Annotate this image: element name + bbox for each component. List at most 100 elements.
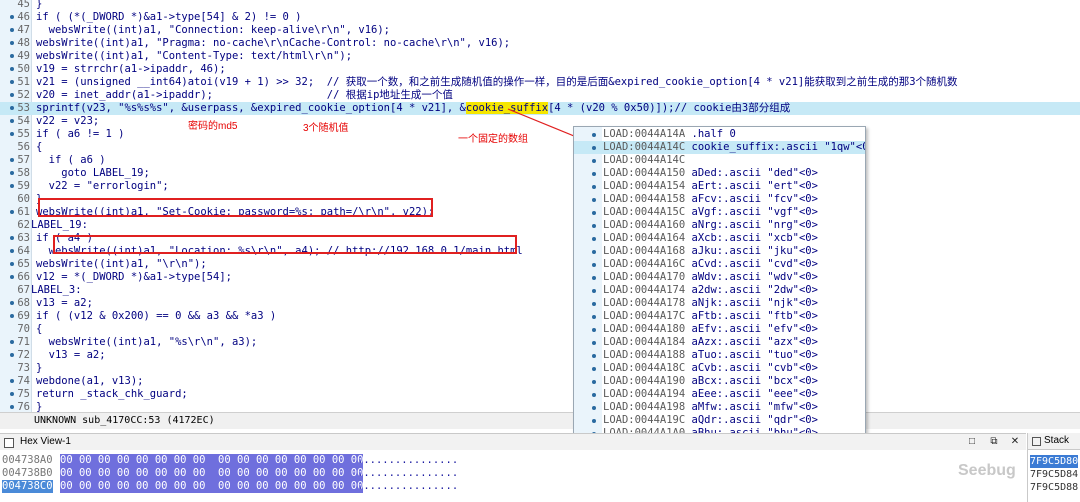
popup-line[interactable]: LOAD:0044A198 aMfw:.ascii "mfw"<0> <box>574 401 865 414</box>
popup-line-address: LOAD:0044A194 <box>603 388 686 400</box>
popup-line[interactable]: LOAD:0044A16C aCvd:.ascii "cvd"<0> <box>574 258 865 271</box>
popup-line-address: LOAD:0044A15C <box>603 206 686 218</box>
popup-line-text: LOAD:0044A17C aFtb:.ascii "ftb"<0> <box>603 310 818 323</box>
hex-row[interactable]: 004738C0 00 00 00 00 00 00 00 00 00 00 00… <box>0 480 1026 493</box>
popup-line-address: LOAD:0044A170 <box>603 271 686 283</box>
stack-row[interactable]: 7F9C5D80 <box>1030 455 1079 468</box>
popup-line-code: aAzx:.ascii "azx"<0> <box>691 336 818 348</box>
popup-line[interactable]: LOAD:0044A158 aFcv:.ascii "fcv"<0> <box>574 193 865 206</box>
popup-line-text: LOAD:0044A180 aEfv:.ascii "efv"<0> <box>603 323 818 336</box>
hex-row-address: 004738A0 <box>2 454 53 466</box>
popup-line-address: LOAD:0044A18C <box>603 362 686 374</box>
popup-line[interactable]: LOAD:0044A19C aQdr:.ascii "qdr"<0> <box>574 414 865 427</box>
hex-row[interactable]: 004738A0 00 00 00 00 00 00 00 00 00 00 00… <box>0 454 1026 467</box>
pseudocode-view[interactable]: 45} 46 if ( (*(_DWORD *)&a1->type[54] & 2)… <box>0 0 1080 413</box>
line-dot-icon <box>592 250 596 254</box>
popup-line-text: LOAD:0044A164 aXcb:.ascii "xcb"<0> <box>603 232 818 245</box>
popup-line-code: aBcx:.ascii "bcx"<0> <box>691 375 818 387</box>
popup-line-code: a2dw:.ascii "2dw"<0> <box>691 284 818 296</box>
popup-line[interactable]: LOAD:0044A160 aNrg:.ascii "nrg"<0> <box>574 219 865 232</box>
popup-line[interactable]: LOAD:0044A14C cookie_suffix:.ascii "1qw"… <box>574 141 865 154</box>
popup-line-text: LOAD:0044A158 aFcv:.ascii "fcv"<0> <box>603 193 818 206</box>
stack-row[interactable]: 7F9C5D84 <box>1030 468 1078 481</box>
line-dot-icon <box>592 263 596 267</box>
line-dot-icon <box>592 367 596 371</box>
popup-line-text: LOAD:0044A194 aEee:.ascii "eee"<0> <box>603 388 818 401</box>
popup-line[interactable]: LOAD:0044A190 aBcx:.ascii "bcx"<0> <box>574 375 865 388</box>
popup-line-code: aEee:.ascii "eee"<0> <box>691 388 818 400</box>
popup-line-text: LOAD:0044A168 aJku:.ascii "jku"<0> <box>603 245 818 258</box>
line-dot-icon <box>592 237 596 241</box>
xref-hint-popup[interactable]: LOAD:0044A14A .half 0 LOAD:0044A14C cooki… <box>573 126 866 434</box>
popup-line-code: aVgf:.ascii "vgf"<0> <box>691 206 818 218</box>
popup-line[interactable]: LOAD:0044A14C <box>574 154 865 167</box>
popup-line-address: LOAD:0044A150 <box>603 167 686 179</box>
popup-line[interactable]: LOAD:0044A18C aCvb:.ascii "cvb"<0> <box>574 362 865 375</box>
stack-row[interactable]: 7F9C5D88 <box>1030 481 1078 494</box>
popup-line-address: LOAD:0044A178 <box>603 297 686 309</box>
popup-line[interactable]: LOAD:0044A168 aJku:.ascii "jku"<0> <box>574 245 865 258</box>
line-dot-icon <box>592 211 596 215</box>
line-dot-icon <box>592 354 596 358</box>
popup-line[interactable]: LOAD:0044A174 a2dw:.ascii "2dw"<0> <box>574 284 865 297</box>
popup-line-address: LOAD:0044A168 <box>603 245 686 257</box>
hex-row-address: 004738B0 <box>2 467 53 479</box>
popup-line[interactable]: LOAD:0044A17C aFtb:.ascii "ftb"<0> <box>574 310 865 323</box>
line-dot-icon <box>592 302 596 306</box>
popup-line-address: LOAD:0044A14C <box>603 141 686 153</box>
popup-line-text: LOAD:0044A154 aErt:.ascii "ert"<0> <box>603 180 818 193</box>
popup-line-code: aJku:.ascii "jku"<0> <box>691 245 818 257</box>
line-dot-icon <box>592 185 596 189</box>
hex-row[interactable]: 004738B0 00 00 00 00 00 00 00 00 00 00 00… <box>0 467 1026 480</box>
popup-line[interactable]: LOAD:0044A14A .half 0 <box>574 128 865 141</box>
hex-row-bytes: 00 00 00 00 00 00 00 00 00 00 00 00 00 0… <box>60 467 364 480</box>
popup-line-address: LOAD:0044A174 <box>603 284 686 296</box>
popup-line-text: LOAD:0044A16C aCvd:.ascii "cvd"<0> <box>603 258 818 271</box>
line-dot-icon <box>592 380 596 384</box>
popup-line-code: .half 0 <box>691 128 736 140</box>
popup-line-text: LOAD:0044A174 a2dw:.ascii "2dw"<0> <box>603 284 818 297</box>
popup-line-address: LOAD:0044A19C <box>603 414 686 426</box>
maximize-icon[interactable]: □ <box>965 434 979 450</box>
popup-line-code: aNrg:.ascii "nrg"<0> <box>691 219 818 231</box>
close-icon[interactable]: ✕ <box>1008 434 1022 450</box>
popup-line-text: LOAD:0044A190 aBcx:.ascii "bcx"<0> <box>603 375 818 388</box>
popup-line-address: LOAD:0044A188 <box>603 349 686 361</box>
popup-line[interactable]: LOAD:0044A194 aEee:.ascii "eee"<0> <box>574 388 865 401</box>
hex-view-header: Hex View-1 □ ⧉ ✕ <box>0 433 1026 451</box>
popup-line-address: LOAD:0044A154 <box>603 180 686 192</box>
line-dot-icon <box>592 315 596 319</box>
popup-line[interactable]: LOAD:0044A154 aErt:.ascii "ert"<0> <box>574 180 865 193</box>
popup-line-text: LOAD:0044A14A .half 0 <box>603 128 736 141</box>
popup-line-code: aQdr:.ascii "qdr"<0> <box>691 414 818 426</box>
popup-line-address: LOAD:0044A17C <box>603 310 686 322</box>
popup-line-text: LOAD:0044A14C cookie_suffix:.ascii "1qw"… <box>603 141 866 154</box>
popup-line-text: LOAD:0044A188 aTuo:.ascii "tuo"<0> <box>603 349 818 362</box>
popup-line-code: aWdv:.ascii "wdv"<0> <box>691 271 818 283</box>
line-dot-icon <box>592 341 596 345</box>
hex-row-ascii: ................ <box>357 454 459 466</box>
popup-line[interactable]: LOAD:0044A15C aVgf:.ascii "vgf"<0> <box>574 206 865 219</box>
popup-line[interactable]: LOAD:0044A180 aEfv:.ascii "efv"<0> <box>574 323 865 336</box>
popup-line[interactable]: LOAD:0044A164 aXcb:.ascii "xcb"<0> <box>574 232 865 245</box>
line-dot-icon <box>592 172 596 176</box>
popup-line[interactable]: LOAD:0044A188 aTuo:.ascii "tuo"<0> <box>574 349 865 362</box>
popup-line-code: aEfv:.ascii "efv"<0> <box>691 323 818 335</box>
hex-row-ascii: ................ <box>357 480 459 492</box>
popup-line-address: LOAD:0044A164 <box>603 232 686 244</box>
popup-line-code: cookie_suffix:.ascii "1qw"<0> <box>691 141 866 153</box>
status-bar: UNKNOWN sub_4170CC:53 (4172EC) <box>0 412 1080 429</box>
popup-line[interactable]: LOAD:0044A150 aDed:.ascii "ded"<0> <box>574 167 865 180</box>
hex-row-ascii: ................ <box>357 467 459 479</box>
popup-line[interactable]: LOAD:0044A184 aAzx:.ascii "azx"<0> <box>574 336 865 349</box>
watermark: Seebug <box>958 462 1016 479</box>
popup-line[interactable]: LOAD:0044A178 aNjk:.ascii "njk"<0> <box>574 297 865 310</box>
restore-icon[interactable]: ⧉ <box>987 434 1001 450</box>
line-dot-icon <box>592 159 596 163</box>
hex-view-body[interactable]: 004738A0 00 00 00 00 00 00 00 00 00 00 00… <box>0 450 1026 502</box>
line-dot-icon <box>592 393 596 397</box>
popup-line[interactable]: LOAD:0044A170 aWdv:.ascii "wdv"<0> <box>574 271 865 284</box>
hex-row-bytes: 00 00 00 00 00 00 00 00 00 00 00 00 00 0… <box>60 454 364 467</box>
popup-line-address: LOAD:0044A160 <box>603 219 686 231</box>
stack-pane[interactable]: Stack 7F9C5D80 7F9C5D84 7F9C5D88 <box>1027 433 1080 502</box>
